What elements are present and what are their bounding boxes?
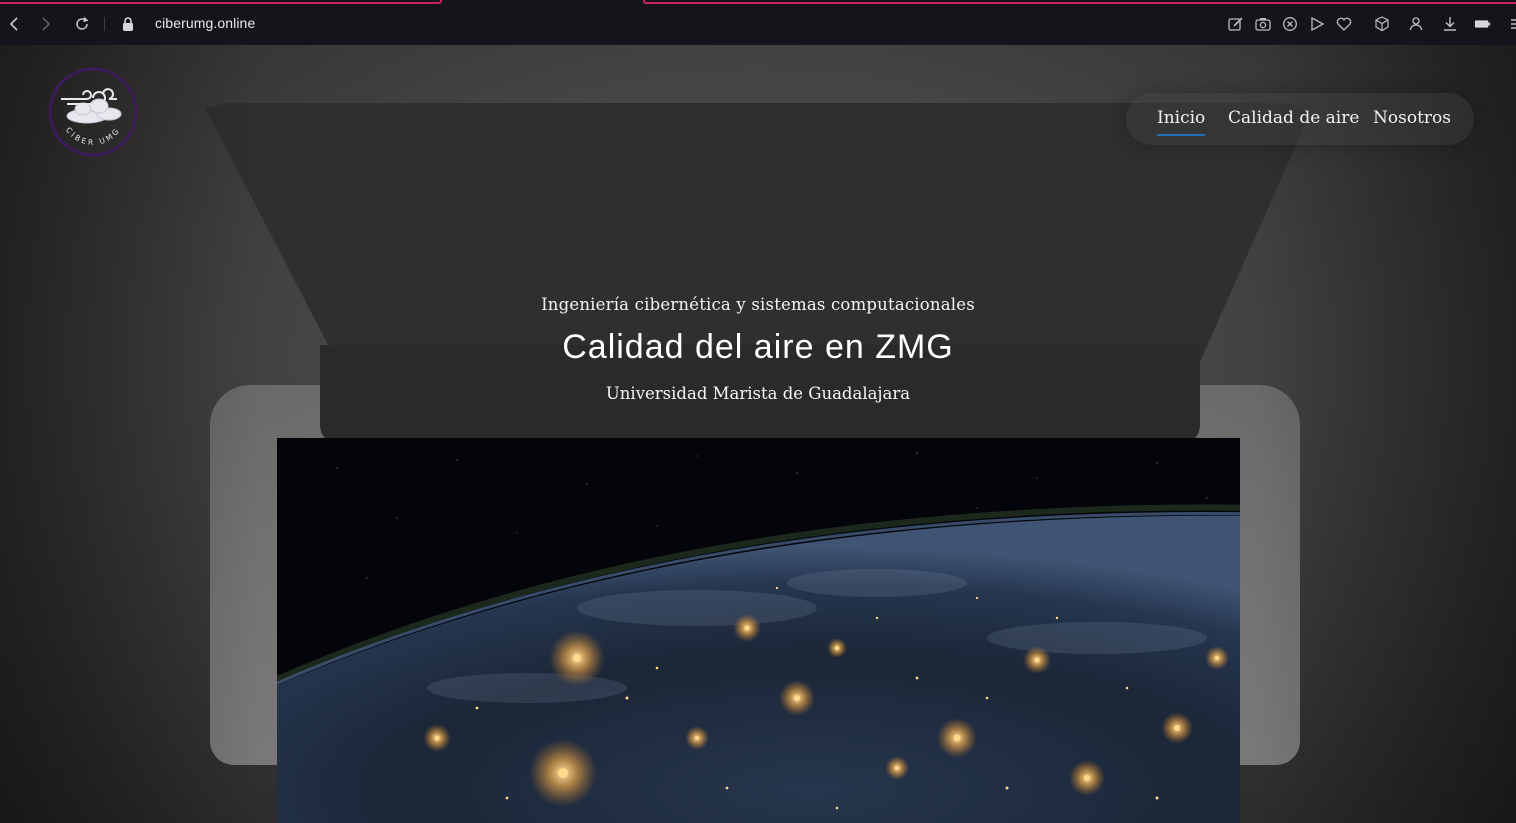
- earth-night-image: [277, 438, 1240, 823]
- camera-icon[interactable]: [1254, 15, 1272, 33]
- toolbar-divider: [104, 17, 105, 31]
- site-logo[interactable]: CIBER UMG: [47, 66, 139, 158]
- nav-nosotros[interactable]: Nosotros: [1373, 108, 1451, 128]
- tab-indicator: [0, 0, 442, 4]
- vignette: [0, 45, 260, 823]
- tab-indicator: [643, 0, 1516, 4]
- download-icon[interactable]: [1441, 15, 1459, 33]
- battery-icon[interactable]: [1474, 15, 1492, 33]
- hero-title: Calidad del aire en ZMG: [562, 328, 954, 366]
- menu-icon[interactable]: [1506, 15, 1516, 33]
- lock-icon[interactable]: [118, 13, 138, 35]
- user-icon[interactable]: [1407, 15, 1425, 33]
- edit-icon[interactable]: [1227, 15, 1245, 33]
- address-bar[interactable]: ciberumg.online: [155, 15, 255, 31]
- vignette: [1256, 45, 1516, 823]
- hero-university: Universidad Marista de Guadalajara: [605, 384, 911, 403]
- hero-section: CIBER UMG Inicio Calidad de aire Nosotro…: [0, 45, 1516, 823]
- browser-toolbar: ciberumg.online: [0, 0, 1516, 45]
- hero-subtitle: Ingeniería cibernética y sistemas comput…: [541, 295, 975, 314]
- back-icon[interactable]: [4, 13, 24, 35]
- reload-icon[interactable]: [72, 13, 92, 35]
- cloud-wind-icon: CIBER UMG: [48, 67, 138, 157]
- nav-calidad-de-aire[interactable]: Calidad de aire: [1228, 108, 1359, 128]
- nav-inicio[interactable]: Inicio: [1157, 108, 1206, 136]
- cube-icon[interactable]: [1373, 15, 1391, 33]
- heart-icon[interactable]: [1335, 15, 1353, 33]
- logo-text: CIBER UMG: [64, 125, 122, 147]
- forward-icon[interactable]: [36, 13, 56, 35]
- close-circle-icon[interactable]: [1281, 15, 1299, 33]
- send-icon[interactable]: [1308, 15, 1326, 33]
